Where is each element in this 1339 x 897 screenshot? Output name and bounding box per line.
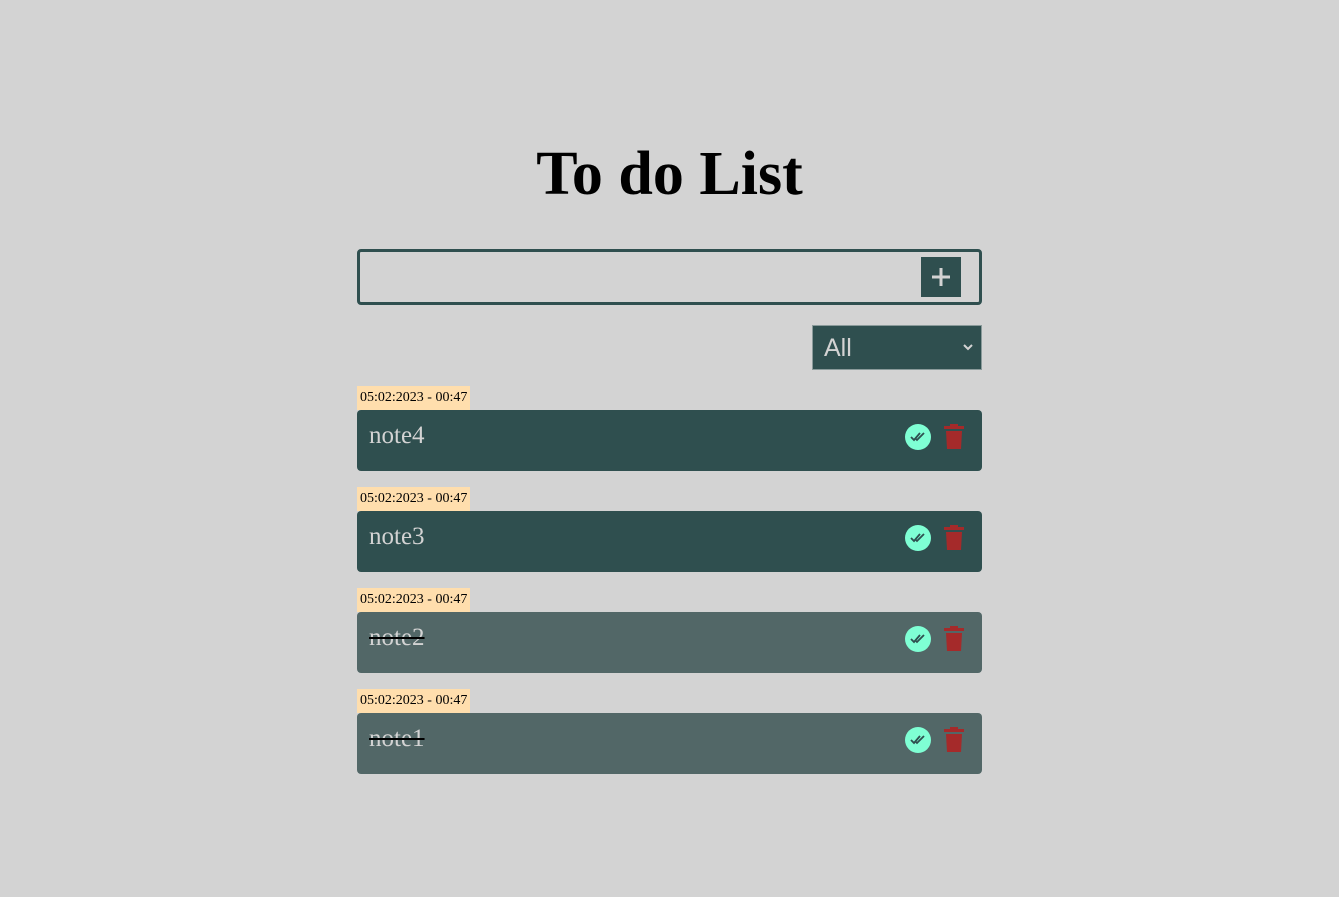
complete-button[interactable]	[905, 525, 931, 551]
todo-text: note2	[369, 624, 425, 651]
todo-input[interactable]	[364, 256, 926, 298]
filter-selected-value: All	[824, 334, 852, 362]
add-todo-button[interactable]	[921, 257, 961, 297]
todo-timestamp: 05:02:2023 - 00:47	[357, 386, 471, 410]
double-check-icon	[910, 432, 925, 442]
page-title: To do List	[536, 140, 803, 208]
filter-select[interactable]: All	[812, 325, 982, 370]
delete-button[interactable]	[943, 424, 965, 450]
plus-icon	[932, 268, 950, 286]
delete-button[interactable]	[943, 626, 965, 652]
complete-button[interactable]	[905, 424, 931, 450]
todo-card: note4	[357, 410, 982, 471]
todo-text: note3	[369, 523, 425, 550]
trash-icon	[944, 424, 964, 449]
todo-card: note2	[357, 612, 982, 673]
chevron-down-icon	[963, 344, 973, 351]
todo-card: note1	[357, 713, 982, 774]
double-check-icon	[910, 735, 925, 745]
complete-button[interactable]	[905, 626, 931, 652]
todo-timestamp: 05:02:2023 - 00:47	[357, 689, 471, 713]
double-check-icon	[910, 533, 925, 543]
trash-icon	[944, 525, 964, 550]
trash-icon	[944, 626, 964, 651]
trash-icon	[944, 727, 964, 752]
todo-card: note3	[357, 511, 982, 572]
complete-button[interactable]	[905, 727, 931, 753]
delete-button[interactable]	[943, 525, 965, 551]
todo-timestamp: 05:02:2023 - 00:47	[357, 588, 471, 612]
double-check-icon	[910, 634, 925, 644]
todo-text: note1	[369, 725, 425, 752]
todo-text: note4	[369, 422, 425, 449]
add-todo-form	[357, 249, 982, 305]
delete-button[interactable]	[943, 727, 965, 753]
todo-timestamp: 05:02:2023 - 00:47	[357, 487, 471, 511]
